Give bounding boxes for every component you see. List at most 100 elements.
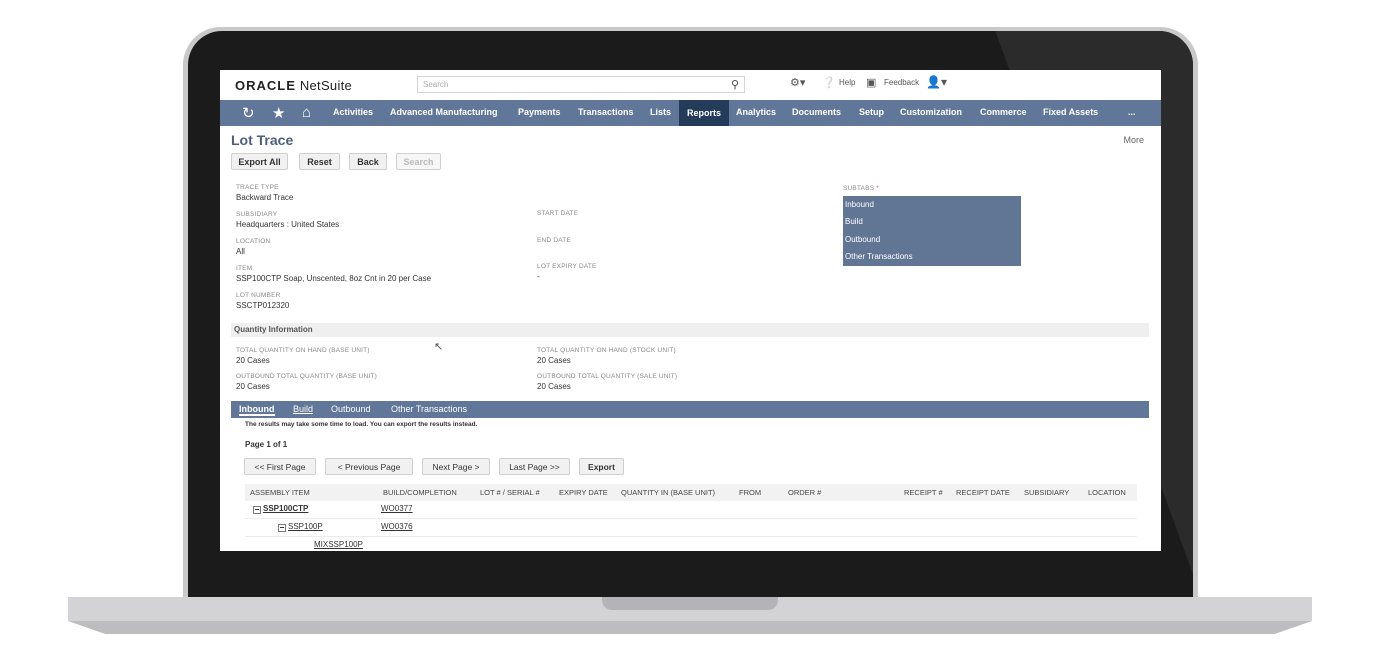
subtab-option-other[interactable]: Other Transactions (845, 252, 913, 261)
col-quantity-in[interactable]: QUANTITY IN (BASE UNIT) (621, 488, 715, 497)
tab-build[interactable]: Build (293, 404, 313, 414)
end-date-label: END DATE (537, 237, 571, 244)
subtabs-label-text: SUBTABS (843, 185, 875, 192)
location-value[interactable]: All (236, 247, 245, 256)
more-link[interactable]: More (1123, 135, 1144, 145)
col-lot-serial[interactable]: LOT # / SERIAL # (480, 488, 540, 497)
quantity-section-header: Quantity Information (231, 323, 1149, 337)
location-label: LOCATION (236, 238, 271, 245)
user-avatar-icon[interactable]: 👤▾ (926, 75, 947, 89)
help-link[interactable]: Help (839, 78, 855, 87)
col-build-completion[interactable]: BUILD/COMPLETION (383, 488, 457, 497)
col-receipt-date[interactable]: RECEIPT DATE (956, 488, 1010, 497)
col-expiry-date[interactable]: EXPIRY DATE (559, 488, 608, 497)
total-base-label: TOTAL QUANTITY ON HAND (BASE UNIT) (236, 347, 370, 354)
assembly-item-link[interactable]: MIXSSP100P (314, 540, 363, 549)
col-receipt[interactable]: RECEIPT # (904, 488, 943, 497)
lot-expiry-label: LOT EXPIRY DATE (537, 263, 597, 270)
subtab-option-outbound[interactable]: Outbound (845, 235, 880, 244)
subtab-option-inbound[interactable]: Inbound (845, 200, 874, 209)
mouse-cursor-icon: ↖ (434, 341, 444, 353)
feedback-icon[interactable]: ▣ (866, 76, 876, 89)
main-nav: ↻ ★ ⌂ Activities Advanced Manufacturing … (220, 100, 1161, 126)
logo[interactable]: ORACLE NetSuite (235, 78, 352, 93)
search-input[interactable]: Search ⚲ (417, 76, 745, 93)
help-icon[interactable]: ❔ (822, 76, 836, 89)
feedback-link[interactable]: Feedback (884, 78, 919, 87)
col-from[interactable]: FROM (739, 488, 761, 497)
build-link[interactable]: WO0376 (381, 522, 413, 531)
reset-button[interactable]: Reset (299, 153, 340, 170)
item-value[interactable]: SSP100CTP Soap, Unscented, 8oz Cnt in 20… (236, 274, 431, 283)
outbound-sale-label: OUTBOUND TOTAL QUANTITY (SALE UNIT) (537, 373, 678, 380)
tab-other-transactions[interactable]: Other Transactions (391, 404, 467, 414)
outbound-base-label: OUTBOUND TOTAL QUANTITY (BASE UNIT) (236, 373, 377, 380)
table-row: SSP100P WO0376 (245, 519, 1137, 537)
recent-records-icon[interactable]: ⚙▾ (790, 76, 805, 89)
nav-payments[interactable]: Payments (518, 107, 561, 117)
logo-product: NetSuite (299, 78, 353, 93)
tab-outbound[interactable]: Outbound (331, 404, 371, 414)
export-button[interactable]: Export (579, 458, 624, 475)
results-tab-bar: Inbound Build Outbound Other Transaction… (231, 401, 1149, 418)
col-subsidiary[interactable]: SUBSIDIARY (1024, 488, 1069, 497)
table-row: SSP100CTP WO0377 (245, 501, 1137, 519)
nav-analytics[interactable]: Analytics (736, 107, 776, 117)
nav-reports[interactable]: Reports (679, 100, 730, 126)
nav-transactions[interactable]: Transactions (578, 107, 634, 117)
previous-page-button[interactable]: < Previous Page (325, 458, 413, 475)
recent-icon[interactable]: ↻ (242, 104, 255, 122)
required-marker: * (876, 185, 880, 192)
total-stock-label: TOTAL QUANTITY ON HAND (STOCK UNIT) (537, 347, 676, 354)
col-assembly-item[interactable]: ASSEMBLY ITEM (250, 488, 310, 497)
col-order[interactable]: ORDER # (788, 488, 821, 497)
subtabs-label: SUBTABS * (843, 185, 879, 192)
home-icon[interactable]: ⌂ (302, 104, 311, 121)
lot-expiry-value: - (537, 272, 540, 281)
item-label: ITEM (236, 265, 253, 272)
outbound-sale-value: 20 Cases (537, 382, 571, 391)
collapse-icon[interactable] (278, 524, 286, 532)
quantity-section-title: Quantity Information (234, 325, 313, 334)
trace-type-label: TRACE TYPE (236, 184, 279, 191)
nav-commerce[interactable]: Commerce (980, 107, 1027, 117)
subtab-option-build[interactable]: Build (845, 217, 863, 226)
subtabs-multiselect[interactable]: Inbound Build Outbound Other Transaction… (843, 196, 1021, 266)
first-page-button[interactable]: << First Page (244, 458, 316, 475)
nav-activities[interactable]: Activities (333, 107, 373, 117)
search-icon[interactable]: ⚲ (731, 78, 739, 91)
logo-brand: ORACLE (235, 78, 296, 93)
results-note: The results may take some time to load. … (245, 421, 478, 428)
total-stock-value: 20 Cases (537, 356, 571, 365)
page-indicator: Page 1 of 1 (245, 440, 288, 449)
export-all-button[interactable]: Export All (231, 153, 288, 170)
search-button[interactable]: Search (396, 153, 441, 170)
nav-advanced-manufacturing[interactable]: Advanced Manufacturing (390, 107, 498, 117)
total-base-value: 20 Cases (236, 356, 270, 365)
collapse-icon[interactable] (253, 506, 261, 514)
nav-customization[interactable]: Customization (900, 107, 962, 117)
back-button[interactable]: Back (349, 153, 387, 170)
subsidiary-value[interactable]: Headquarters : United States (236, 220, 339, 229)
nav-more[interactable]: ... (1128, 107, 1136, 117)
star-icon[interactable]: ★ (272, 104, 285, 122)
nav-fixed-assets[interactable]: Fixed Assets (1043, 107, 1098, 117)
nav-documents[interactable]: Documents (792, 107, 841, 117)
last-page-button[interactable]: Last Page >> (499, 458, 570, 475)
subsidiary-label: SUBSIDIARY (236, 211, 278, 218)
nav-setup[interactable]: Setup (859, 107, 884, 117)
build-link[interactable]: WO0377 (381, 504, 413, 513)
tab-inbound[interactable]: Inbound (239, 404, 275, 416)
col-location[interactable]: LOCATION (1088, 488, 1126, 497)
search-placeholder: Search (423, 80, 449, 89)
laptop-base-lip (68, 621, 1312, 634)
nav-lists[interactable]: Lists (650, 107, 671, 117)
trace-type-value[interactable]: Backward Trace (236, 193, 293, 202)
lot-number-value[interactable]: SSCTP012320 (236, 301, 289, 310)
outbound-base-value: 20 Cases (236, 382, 270, 391)
assembly-item-link[interactable]: SSP100P (288, 522, 323, 531)
results-table-header: ASSEMBLY ITEM BUILD/COMPLETION LOT # / S… (245, 484, 1137, 501)
assembly-item-link[interactable]: SSP100CTP (263, 504, 308, 513)
next-page-button[interactable]: Next Page > (422, 458, 490, 475)
top-bar: ORACLE NetSuite Search ⚲ ⚙▾ ❔ Help ▣ Fee… (220, 70, 1161, 100)
